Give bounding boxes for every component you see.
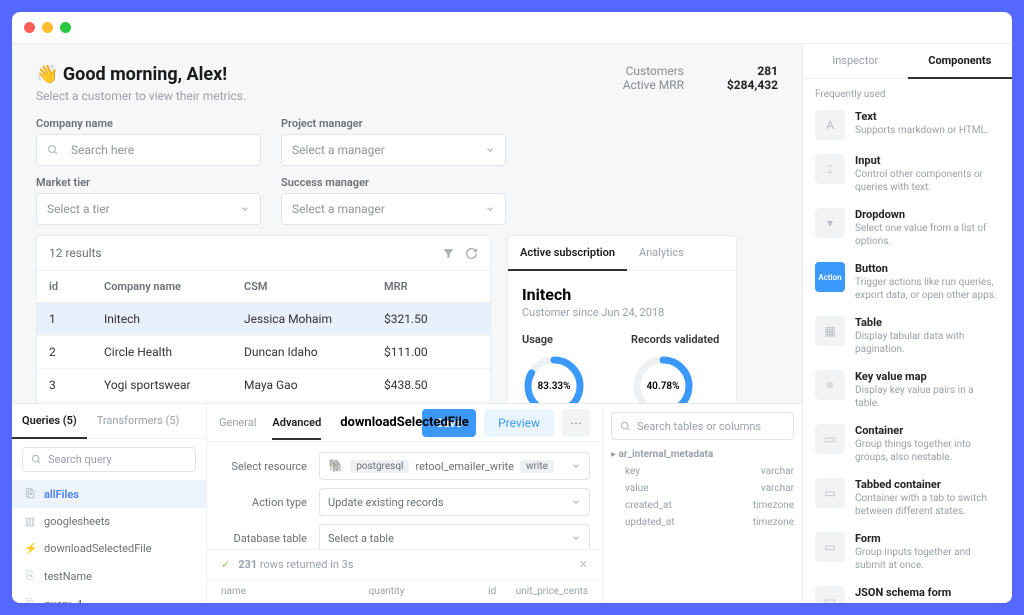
tab-queries[interactable]: Queries (5) xyxy=(12,404,87,439)
component-item[interactable]: ▦TableDisplay tabular data with paginati… xyxy=(815,316,1000,356)
tab-transformers[interactable]: Transformers (5) xyxy=(87,404,190,438)
customer-since: Customer since Jun 24, 2018 xyxy=(522,306,722,319)
tab-analytics[interactable]: Analytics xyxy=(627,236,696,270)
query-title: downloadSelectedFile xyxy=(340,415,469,430)
more-button[interactable]: ⋯ xyxy=(562,409,590,437)
search-icon xyxy=(620,421,631,432)
tab-general[interactable]: General xyxy=(219,416,256,429)
tab-inspector[interactable]: Inspector xyxy=(803,44,908,78)
tab-active-subscription[interactable]: Active subscription xyxy=(508,236,627,271)
results-table: 12 results id Company name CSM MRR xyxy=(36,235,491,403)
pm-label: Project manager xyxy=(281,117,506,130)
tier-label: Market tier xyxy=(36,176,261,189)
company-name-label: Company name xyxy=(36,117,261,130)
chevron-down-icon xyxy=(485,204,495,214)
col-id[interactable]: id xyxy=(37,271,92,302)
check-icon: ✓ xyxy=(221,558,230,571)
usage-label: Usage xyxy=(522,333,613,346)
detail-panel: Active subscription Analytics Initech Cu… xyxy=(507,235,737,403)
maximize-window-icon[interactable] xyxy=(60,22,71,33)
company-search-input[interactable]: Search here xyxy=(36,134,261,166)
customer-name: Initech xyxy=(522,285,722,304)
table-row[interactable]: 1InitechJessica Mohaim$321.50 xyxy=(37,303,490,336)
component-item[interactable]: ▭Tabbed containerContainer with a tab to… xyxy=(815,478,1000,518)
usage-ring: 83.33% xyxy=(522,354,586,403)
component-item[interactable]: ▭FormGroup inputs together and submit at… xyxy=(815,532,1000,572)
resource-label: Select resource xyxy=(219,460,319,473)
query-item[interactable]: ⎘testName xyxy=(12,562,206,590)
header-stats: Customers281 Active MRR$284,432 xyxy=(623,64,778,92)
records-ring: 40.78% xyxy=(631,354,695,403)
search-icon xyxy=(31,454,42,465)
dbtable-label: Database table xyxy=(219,532,319,545)
component-item[interactable]: ▭ContainerGroup things together into gro… xyxy=(815,424,1000,464)
query-item[interactable]: ⎘query_4 xyxy=(12,590,206,603)
tier-select[interactable]: Select a tier xyxy=(36,193,261,225)
table-row[interactable]: 3Yogi sportswearMaya Gao$438.50 xyxy=(37,369,490,402)
chevron-down-icon xyxy=(571,461,581,471)
pm-select[interactable]: Select a manager xyxy=(281,134,506,166)
action-select[interactable]: Update existing records xyxy=(319,488,590,516)
refresh-icon[interactable] xyxy=(465,247,478,260)
component-item[interactable]: ▭JSON schema form xyxy=(815,586,1000,603)
titlebar xyxy=(12,12,1012,44)
inspector-panel: Inspector Components Frequently used ATe… xyxy=(802,44,1012,603)
query-search-input[interactable]: Search query xyxy=(22,447,196,472)
chevron-down-icon xyxy=(485,145,495,155)
tab-components[interactable]: Components xyxy=(908,44,1013,79)
query-item[interactable]: ⎘allFiles xyxy=(12,480,206,508)
close-icon[interactable]: ✕ xyxy=(579,558,588,571)
query-item[interactable]: ▥googlesheets xyxy=(12,508,206,535)
greeting-subtitle: Select a customer to view their metrics. xyxy=(36,89,246,103)
col-name[interactable]: Company name xyxy=(92,271,232,302)
chevron-down-icon xyxy=(240,204,250,214)
chevron-down-icon xyxy=(571,497,581,507)
component-item[interactable]: ATextSupports markdown or HTML. xyxy=(815,110,1000,140)
tab-advanced[interactable]: Advanced xyxy=(272,416,321,440)
col-mrr[interactable]: MRR xyxy=(372,271,490,302)
sm-select[interactable]: Select a manager xyxy=(281,193,506,225)
sm-label: Success manager xyxy=(281,176,506,189)
postgres-icon: 🐘 xyxy=(328,459,344,474)
component-item[interactable]: ≡Key value mapDisplay key value pairs in… xyxy=(815,370,1000,410)
results-count: 12 results xyxy=(49,246,102,260)
action-label: Action type xyxy=(219,496,319,509)
col-csm[interactable]: CSM xyxy=(232,271,372,302)
greeting-title: 👋 Good morning, Alex! xyxy=(36,64,246,85)
component-item[interactable]: ActionButtonTrigger actions like run que… xyxy=(815,262,1000,302)
dbtable-select[interactable]: Select a table xyxy=(319,524,590,552)
chevron-down-icon xyxy=(571,533,581,543)
query-panel: Queries (5) Transformers (5) Search quer… xyxy=(12,403,802,603)
section-label: Frequently used xyxy=(815,89,1000,100)
resource-select[interactable]: 🐘 postgresql retool_emailer_write write xyxy=(319,452,590,480)
filter-icon[interactable] xyxy=(442,247,455,260)
search-icon xyxy=(47,144,59,156)
query-result: ✓ 231 231 rows returned in 3srows return… xyxy=(207,549,602,603)
records-label: Records validated xyxy=(631,333,722,346)
query-item[interactable]: ⚡downloadSelectedFile xyxy=(12,535,206,562)
preview-button[interactable]: Preview xyxy=(484,409,554,437)
component-item[interactable]: ⌶InputControl other components or querie… xyxy=(815,154,1000,194)
close-window-icon[interactable] xyxy=(24,22,35,33)
schema-tree[interactable]: ▸ ar_internal_metadata keyvarcharvalueva… xyxy=(611,446,794,531)
minimize-window-icon[interactable] xyxy=(42,22,53,33)
schema-search-input[interactable]: Search tables or columns xyxy=(611,412,794,440)
table-row[interactable]: 2Circle HealthDuncan Idaho$111.00 xyxy=(37,336,490,369)
component-item[interactable]: ▾DropdownSelect one value from a list of… xyxy=(815,208,1000,248)
